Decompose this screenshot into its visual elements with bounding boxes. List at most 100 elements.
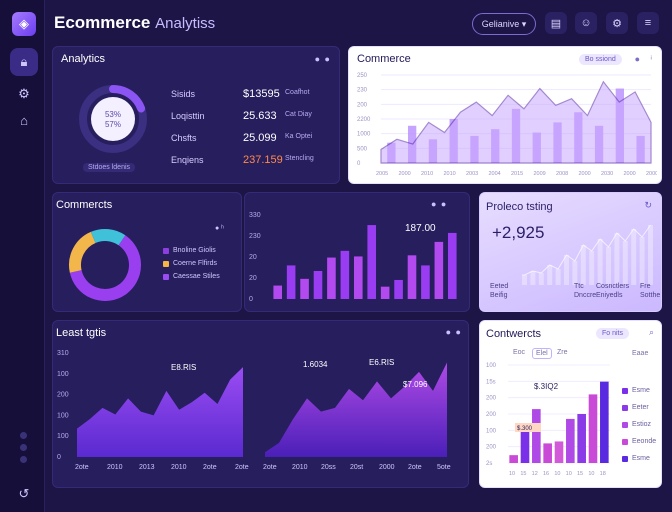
- info-icon[interactable]: ⁱ: [650, 54, 653, 65]
- commerce-area-chart: 250 230 200 2200 1000 500 0 2005 2000 2010 2010 200…: [357, 73, 657, 177]
- data-label: 1.6034: [303, 360, 328, 369]
- more-options-icon[interactable]: ● ●: [315, 54, 331, 64]
- sidebar-item-layers-icon[interactable]: ⚙: [10, 80, 38, 108]
- panel-title: Analytics: [61, 53, 106, 65]
- donut-value-1: 53%: [105, 110, 121, 119]
- forecast-footer-line1: Eeted: [490, 283, 509, 290]
- right-label: Eaae: [632, 350, 649, 357]
- sparkline-bar: [580, 245, 586, 285]
- legend-item: Coerne Flfirds: [163, 260, 217, 267]
- commercts-panel: Commercts ● ʰ Bnoline Giolis Coerne Flfir…: [52, 192, 242, 312]
- sidebar-item-lock-icon[interactable]: 🔒︎: [10, 48, 38, 76]
- data-label: $7.096: [403, 380, 428, 389]
- legend-item: Esme: [622, 455, 650, 462]
- header-dropdown-button[interactable]: Gelianive ▾: [472, 13, 536, 35]
- tick-label: 20ss: [321, 464, 336, 471]
- tick-label: 2s: [486, 461, 492, 467]
- bar: [543, 443, 552, 463]
- tick-label: 2003: [466, 171, 478, 177]
- search-icon[interactable]: ⌕: [649, 327, 655, 338]
- legend-swatch: [163, 273, 169, 280]
- sparkline-bar: [564, 255, 569, 285]
- legend-item: Esme: [622, 387, 650, 394]
- tick-label: 10: [509, 471, 515, 477]
- stat-note: Stencling: [285, 155, 314, 162]
- legend-swatch: [622, 387, 628, 394]
- tick-label: 200: [486, 445, 497, 451]
- commerce-panel: Commerce Bo ssiond ● ⁱ 250 230 200 2200 1000…: [348, 46, 662, 184]
- tick-label: 16: [543, 471, 549, 477]
- tab-item[interactable]: Elel: [532, 348, 552, 359]
- legend-label: Estioz: [632, 421, 652, 428]
- tab-item[interactable]: Eoc: [510, 348, 528, 357]
- data-label: E6.RIS: [369, 358, 394, 367]
- stat-note: Cat Diay: [285, 111, 312, 118]
- more-options-icon[interactable]: ● ʰ: [215, 225, 224, 232]
- tick-label: 18: [600, 471, 606, 477]
- settings-icon[interactable]: ⚙: [606, 12, 628, 34]
- tick-label: 2030: [601, 171, 613, 177]
- data-label: $.3IQ2: [534, 382, 559, 391]
- tick-label: 330: [249, 212, 261, 219]
- logout-icon[interactable]: ↺: [10, 480, 38, 508]
- data-label: $.300: [517, 426, 533, 432]
- tick-label: 2010: [107, 464, 123, 471]
- refresh-icon[interactable]: ↻: [644, 200, 653, 211]
- tab-item[interactable]: Zre: [554, 348, 571, 357]
- donut-slice: [69, 231, 96, 273]
- forecast-footer-line1: Fre: [640, 283, 651, 290]
- legend-item: Caessae Stiles: [163, 273, 220, 280]
- tick-label: 2ote: [75, 464, 89, 471]
- tick-label: 100: [57, 433, 69, 440]
- sidebar-item-home-icon[interactable]: ⌂: [10, 106, 38, 134]
- bar: [407, 255, 417, 299]
- legend-label: Eeter: [632, 404, 649, 411]
- sidebar-dot[interactable]: [20, 444, 27, 451]
- sidebar-dot[interactable]: [20, 432, 27, 439]
- legend-item: Eeonde: [622, 438, 656, 445]
- tick-label: 20: [249, 254, 257, 261]
- tick-label: 100: [57, 412, 69, 419]
- tick-label: 230: [249, 233, 261, 240]
- legend-label: Bnoline Giolis: [173, 247, 216, 254]
- tick-label: 2ote: [408, 464, 422, 471]
- contwercts-bar-chart: 100 15s 200 200 100 200 2s 10 15 12 16 10 10 15 10 18 $.…: [486, 363, 610, 477]
- sidebar-dot[interactable]: [20, 456, 27, 463]
- panel-title: Proleco tsting: [486, 201, 553, 213]
- more-options-icon[interactable]: ● ●: [446, 327, 462, 337]
- forecast-footer-line2: Beifig: [490, 292, 508, 299]
- tick-label: 2000: [624, 171, 636, 177]
- user-icon[interactable]: ☺: [575, 12, 597, 34]
- stat-label: Enqiens: [171, 155, 204, 165]
- filter-badge[interactable]: Fo nits: [596, 328, 630, 339]
- clipboard-icon[interactable]: ▤: [545, 12, 567, 34]
- more-options-icon[interactable]: ●: [635, 54, 641, 64]
- filter-badge[interactable]: Bo ssiond: [579, 54, 622, 65]
- tick-label: 2004: [489, 171, 501, 177]
- forecast-sparkline: [522, 224, 653, 285]
- tick-label: 2000: [579, 171, 591, 177]
- forecast-footer-line1: Cosnctlers: [596, 283, 630, 290]
- legend-label: Esme: [632, 387, 650, 394]
- area-series: [77, 367, 243, 457]
- sparkline-bar: [572, 261, 578, 285]
- tick-label: 5ote: [437, 464, 451, 471]
- panel-title: Commerce: [357, 53, 411, 65]
- bar: [340, 250, 350, 299]
- stat-value: 25.099: [243, 132, 277, 144]
- tick-label: 250: [357, 73, 368, 79]
- bar: [509, 455, 518, 463]
- tick-label: 0: [249, 296, 253, 303]
- least-panel: Least tgtis ● ● 310 100 200 100 100 0 2ote 2010…: [52, 320, 469, 488]
- tick-label: 20: [249, 275, 257, 282]
- tick-label: 12: [532, 471, 538, 477]
- stat-value: 25.633: [243, 110, 277, 122]
- tick-label: 2009: [534, 171, 546, 177]
- tick-label: 310: [57, 350, 69, 357]
- stat-label: Loqisttin: [171, 111, 205, 121]
- tick-label: 2013: [139, 464, 155, 471]
- menu-icon[interactable]: ≡: [637, 12, 659, 34]
- tick-label: 2008: [556, 171, 568, 177]
- bar: [434, 241, 444, 299]
- bar: [447, 232, 457, 299]
